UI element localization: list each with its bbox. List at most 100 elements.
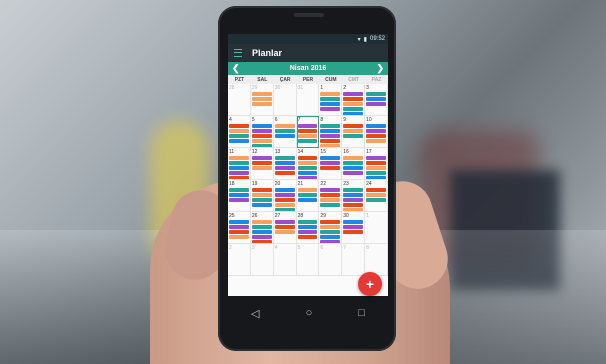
prev-month-icon[interactable]: ❮ xyxy=(232,64,240,73)
event-chip[interactable] xyxy=(343,124,364,128)
event-chip[interactable] xyxy=(366,139,386,143)
event-chip[interactable] xyxy=(320,97,341,101)
day-cell[interactable]: 13 xyxy=(273,148,297,180)
add-event-button[interactable]: + xyxy=(358,272,382,296)
event-chip[interactable] xyxy=(320,124,341,128)
event-chip[interactable] xyxy=(320,102,341,106)
event-chip[interactable] xyxy=(229,220,249,224)
event-chip[interactable] xyxy=(251,230,272,234)
event-chip[interactable] xyxy=(251,203,272,207)
event-chip[interactable] xyxy=(251,139,272,143)
event-chip[interactable] xyxy=(251,188,272,192)
day-cell[interactable]: 10 xyxy=(365,116,388,148)
event-chip[interactable] xyxy=(251,102,272,106)
recent-apps-icon[interactable]: □ xyxy=(358,307,365,319)
event-chip[interactable] xyxy=(229,235,249,239)
event-chip[interactable] xyxy=(320,161,341,165)
day-cell[interactable]: 9 xyxy=(342,116,366,148)
event-chip[interactable] xyxy=(297,129,318,133)
event-chip[interactable] xyxy=(251,235,272,239)
event-chip[interactable] xyxy=(320,198,341,202)
event-chip[interactable] xyxy=(297,166,318,170)
event-chip[interactable] xyxy=(229,124,249,128)
event-chip[interactable] xyxy=(343,134,364,138)
event-chip[interactable] xyxy=(343,203,364,207)
event-chip[interactable] xyxy=(343,225,364,229)
day-cell[interactable]: 15 xyxy=(319,148,343,180)
day-cell[interactable]: 27 xyxy=(273,212,297,244)
event-chip[interactable] xyxy=(251,134,272,138)
event-chip[interactable] xyxy=(274,220,295,224)
event-chip[interactable] xyxy=(251,97,272,101)
event-chip[interactable] xyxy=(229,156,249,160)
event-chip[interactable] xyxy=(297,193,318,197)
day-cell[interactable]: 7 xyxy=(296,116,320,148)
event-chip[interactable] xyxy=(366,134,386,138)
event-chip[interactable] xyxy=(251,220,272,224)
event-chip[interactable] xyxy=(274,166,295,170)
day-cell[interactable]: 23 xyxy=(342,180,366,212)
event-chip[interactable] xyxy=(297,156,318,160)
day-cell[interactable]: 19 xyxy=(250,180,274,212)
event-chip[interactable] xyxy=(274,230,295,234)
event-chip[interactable] xyxy=(274,193,295,197)
day-cell[interactable]: 12 xyxy=(250,148,274,180)
event-chip[interactable] xyxy=(274,129,295,133)
event-chip[interactable] xyxy=(320,188,341,192)
event-chip[interactable] xyxy=(251,225,272,229)
event-chip[interactable] xyxy=(297,139,318,143)
event-chip[interactable] xyxy=(320,107,341,111)
day-cell[interactable]: 8 xyxy=(319,116,343,148)
event-chip[interactable] xyxy=(343,193,364,197)
event-chip[interactable] xyxy=(274,161,295,165)
event-chip[interactable] xyxy=(366,129,386,133)
event-chip[interactable] xyxy=(229,129,249,133)
day-cell[interactable]: 6 xyxy=(319,244,343,276)
event-chip[interactable] xyxy=(320,134,341,138)
event-chip[interactable] xyxy=(320,139,341,143)
event-chip[interactable] xyxy=(366,198,386,202)
event-chip[interactable] xyxy=(320,230,341,234)
day-cell[interactable]: 31 xyxy=(296,84,320,116)
day-cell[interactable]: 11 xyxy=(228,148,251,180)
event-chip[interactable] xyxy=(366,193,386,197)
event-chip[interactable] xyxy=(274,203,295,207)
event-chip[interactable] xyxy=(366,124,386,128)
event-chip[interactable] xyxy=(297,124,318,128)
event-chip[interactable] xyxy=(229,134,249,138)
day-cell[interactable]: 3 xyxy=(250,244,274,276)
event-chip[interactable] xyxy=(251,166,272,170)
day-cell[interactable]: 14 xyxy=(296,148,320,180)
event-chip[interactable] xyxy=(343,230,364,234)
event-chip[interactable] xyxy=(229,193,249,197)
menu-icon[interactable] xyxy=(234,49,242,57)
day-cell[interactable]: 4 xyxy=(228,116,251,148)
event-chip[interactable] xyxy=(366,156,386,160)
event-chip[interactable] xyxy=(229,171,249,175)
event-chip[interactable] xyxy=(343,97,364,101)
event-chip[interactable] xyxy=(229,188,249,192)
event-chip[interactable] xyxy=(343,220,364,224)
event-chip[interactable] xyxy=(297,161,318,165)
event-chip[interactable] xyxy=(297,225,318,229)
event-chip[interactable] xyxy=(320,225,341,229)
day-cell[interactable]: 28 xyxy=(228,84,251,116)
event-chip[interactable] xyxy=(274,134,295,138)
day-cell[interactable]: 25 xyxy=(228,212,251,244)
event-chip[interactable] xyxy=(251,161,272,165)
event-chip[interactable] xyxy=(343,166,364,170)
event-chip[interactable] xyxy=(343,188,364,192)
event-chip[interactable] xyxy=(343,161,364,165)
event-chip[interactable] xyxy=(251,124,272,128)
event-chip[interactable] xyxy=(297,220,318,224)
event-chip[interactable] xyxy=(297,171,318,175)
event-chip[interactable] xyxy=(297,230,318,234)
event-chip[interactable] xyxy=(274,171,295,175)
event-chip[interactable] xyxy=(320,156,341,160)
event-chip[interactable] xyxy=(343,171,364,175)
day-cell[interactable]: 26 xyxy=(250,212,274,244)
event-chip[interactable] xyxy=(229,139,249,143)
event-chip[interactable] xyxy=(274,225,295,229)
day-cell[interactable]: 29 xyxy=(250,84,274,116)
day-cell[interactable]: 30 xyxy=(342,212,366,244)
